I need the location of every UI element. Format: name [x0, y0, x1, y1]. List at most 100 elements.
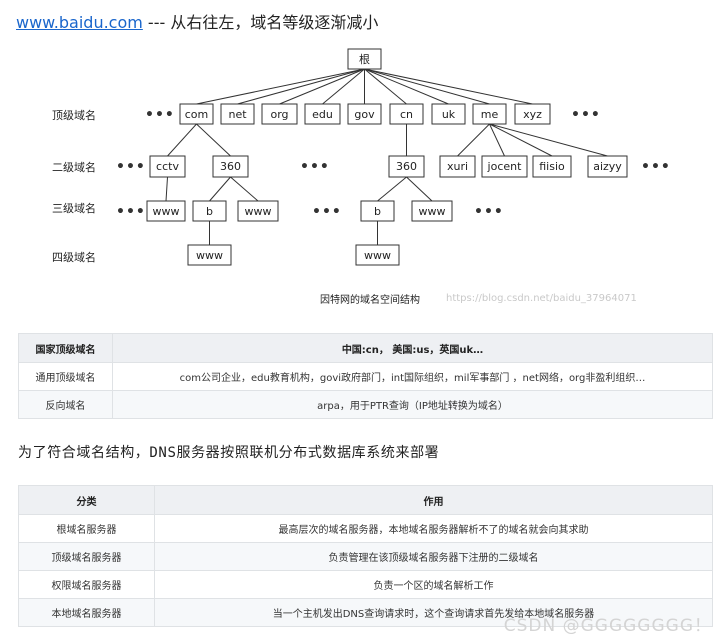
svg-text:edu: edu — [312, 108, 333, 121]
tree-edge — [364, 68, 490, 105]
table-header-cell: 分类 — [18, 485, 155, 515]
svg-text:www: www — [245, 205, 272, 218]
tree-edge — [377, 176, 407, 202]
svg-text:b: b — [206, 205, 213, 218]
table-cell: 权限域名服务器 — [18, 570, 155, 599]
svg-text:net: net — [228, 108, 247, 121]
node-com: com — [179, 103, 214, 125]
svg-text:360: 360 — [220, 160, 241, 173]
table-row: 根域名服务器 最高层次的域名服务器，本地域名服务器解析不了的域名就会向其求助 — [18, 514, 713, 543]
svg-text:com: com — [185, 108, 209, 121]
node-www-b-cn: www — [355, 244, 400, 266]
ellipsis-top-left: ••• — [145, 107, 175, 123]
tree-edge — [237, 68, 365, 105]
table-header-cell: 作用 — [154, 485, 713, 515]
table-cell: 根域名服务器 — [18, 514, 155, 543]
heading-text: --- 从右往左，域名等级逐渐减小 — [142, 13, 379, 32]
node-360-cn: 360 — [388, 155, 425, 178]
table-cell: 本地域名服务器 — [18, 598, 155, 627]
svg-text:www: www — [419, 205, 446, 218]
node-www-cctv: www — [146, 200, 186, 222]
ellipsis-third-mid: ••• — [312, 204, 342, 220]
csdn-watermark: CSDN @GGGGGGGG！ — [503, 616, 712, 636]
tree-edge — [322, 68, 365, 105]
table-row: 反向域名 arpa，用于PTR查询（IP地址转换为域名） — [18, 390, 713, 419]
table-header-row: 国家顶级域名 中国:cn， 美国:us，英国uk… — [18, 333, 713, 363]
node-xyz: xyz — [514, 103, 551, 125]
table-row: 通用顶级域名 com公司企业，edu教育机构，govi政府部门，int国际组织，… — [18, 362, 713, 391]
table-cell: 负责一个区的域名解析工作 — [154, 570, 713, 599]
dns-subheading: 为了符合域名结构，DNS服务器按照联机分布式数据库系统来部署 — [18, 445, 440, 461]
table-header-row: 分类 作用 — [18, 485, 713, 515]
level-label-fourth: 四级域名 — [52, 250, 96, 264]
ellipsis-top-right: ••• — [571, 107, 601, 123]
table-cell: 反向域名 — [18, 390, 113, 419]
node-gov: gov — [347, 103, 382, 125]
ellipsis-third-right: ••• — [474, 204, 504, 220]
node-edu: edu — [304, 103, 341, 125]
svg-text:fiisio: fiisio — [539, 160, 565, 173]
level-label-third: 三级域名 — [52, 201, 96, 215]
tree-edge — [364, 68, 533, 105]
tree-edge — [364, 68, 449, 105]
table-cell: 最高层次的域名服务器，本地域名服务器解析不了的域名就会向其求助 — [154, 514, 713, 543]
node-b-com: b — [192, 200, 227, 222]
node-fiisio: fiisio — [532, 155, 572, 178]
svg-text:www: www — [153, 205, 180, 218]
ellipsis-second-left: ••• — [116, 159, 146, 175]
node-me: me — [472, 103, 507, 125]
svg-text:me: me — [481, 108, 499, 121]
table-cell: 负责管理在该顶级域名服务器下注册的二级域名 — [154, 542, 713, 571]
svg-text:xyz: xyz — [523, 108, 542, 121]
svg-text:jocent: jocent — [487, 160, 523, 173]
node-360-com: 360 — [212, 155, 249, 178]
node-aizyy: aizyy — [587, 155, 628, 178]
tree-edge — [489, 123, 608, 157]
table-cell: arpa，用于PTR查询（IP地址转换为域名） — [112, 390, 713, 419]
tree-edge — [279, 68, 365, 105]
node-root: 根 — [347, 48, 382, 70]
node-www-b-com: www — [187, 244, 232, 266]
svg-text:360: 360 — [396, 160, 417, 173]
tld-table: 国家顶级域名 中国:cn， 美国:us，英国uk… 通用顶级域名 com公司企业… — [18, 333, 713, 419]
table-row: 顶级域名服务器 负责管理在该顶级域名服务器下注册的二级域名 — [18, 542, 713, 571]
svg-text:aizyy: aizyy — [593, 160, 622, 173]
tree-edge — [364, 68, 407, 105]
table-cell: 顶级域名服务器 — [18, 542, 155, 571]
diagram-caption: 因特网的域名空间结构 — [320, 293, 420, 306]
svg-text:根: 根 — [359, 52, 370, 66]
svg-text:xuri: xuri — [447, 160, 468, 173]
ellipsis-second-right: ••• — [641, 159, 671, 175]
tree-edge — [196, 123, 231, 157]
node-www-360-cn: www — [411, 200, 453, 222]
tree-edge — [230, 176, 259, 202]
table-header-cell: 中国:cn， 美国:us，英国uk… — [112, 333, 713, 363]
ellipsis-second-mid: ••• — [300, 159, 330, 175]
tree-edge — [165, 176, 168, 202]
node-xuri: xuri — [439, 155, 476, 178]
svg-text:b: b — [374, 205, 381, 218]
node-b-cn: b — [360, 200, 395, 222]
tree-edge — [489, 123, 553, 157]
node-org: org — [261, 103, 298, 125]
table-header-cell: 国家顶级域名 — [18, 333, 113, 363]
blog-watermark: https://blog.csdn.net/baidu_37964071 — [446, 293, 637, 304]
node-cctv: cctv — [149, 155, 186, 178]
page-heading: www.baidu.com --- 从右往左，域名等级逐渐减小 — [16, 9, 378, 33]
svg-text:www: www — [364, 249, 391, 262]
table-row: 权限域名服务器 负责一个区的域名解析工作 — [18, 570, 713, 599]
svg-text:www: www — [196, 249, 223, 262]
table-cell: com公司企业，edu教育机构，govi政府部门，int国际组织，mil军事部门… — [112, 362, 713, 391]
svg-text:gov: gov — [354, 108, 375, 121]
level-label-top: 顶级域名 — [52, 108, 96, 122]
domain-tree-diagram: 顶级域名 二级域名 三级域名 四级域名 ••• ••• ••• ••• ••• … — [52, 48, 671, 306]
baidu-link[interactable]: www.baidu.com — [16, 13, 143, 32]
dns-server-table: 分类 作用 根域名服务器 最高层次的域名服务器，本地域名服务器解析不了的域名就会… — [18, 485, 713, 627]
tree-edge — [209, 176, 231, 202]
tree-edge — [406, 176, 433, 202]
tree-edge — [167, 123, 197, 157]
svg-text:uk: uk — [442, 108, 456, 121]
tree-edge — [489, 123, 505, 157]
tree-edge — [196, 68, 365, 105]
node-net: net — [220, 103, 255, 125]
